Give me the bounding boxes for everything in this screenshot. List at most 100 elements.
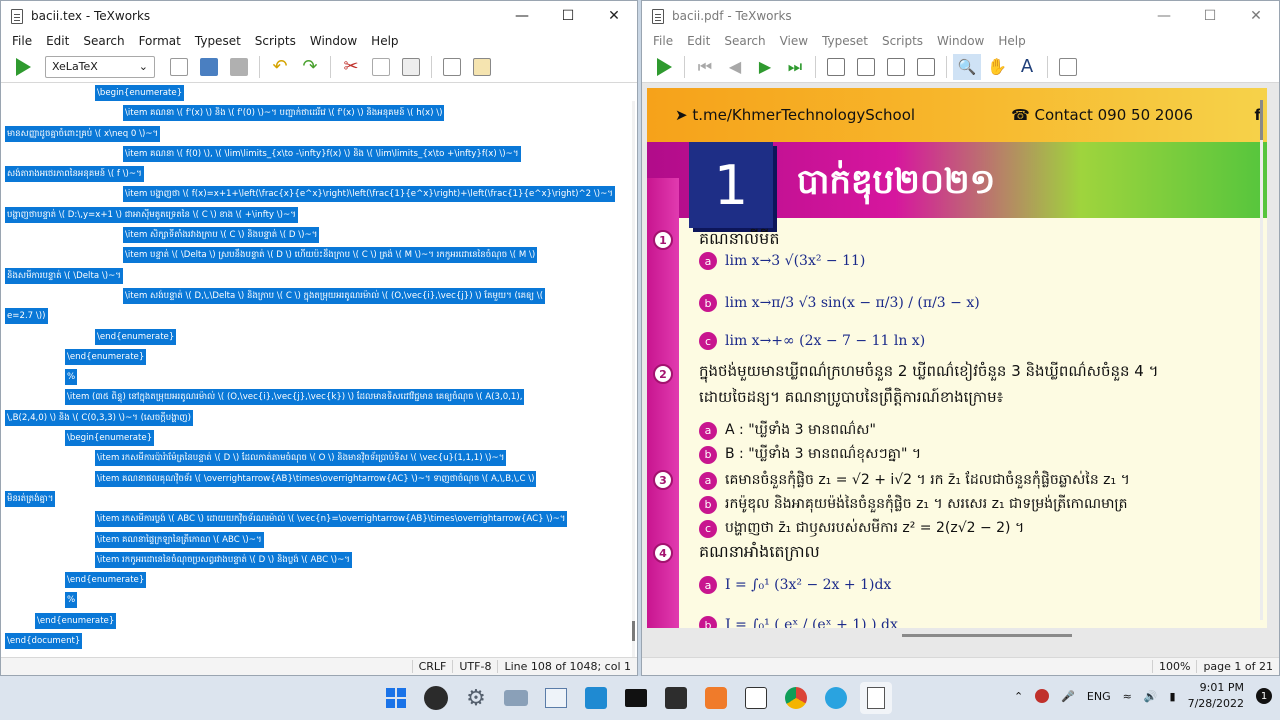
code-line[interactable]: \end{enumerate} (5, 347, 629, 367)
menu-edit[interactable]: Edit (39, 34, 76, 48)
select-text-button[interactable]: A (1013, 54, 1041, 80)
menu-window[interactable]: Window (930, 34, 991, 48)
code-line[interactable]: \item គណនាផ្ទៃក្រឡានៃត្រីកោណ \( ABC \)~។ (5, 530, 629, 550)
maximize-button[interactable]: ☐ (545, 1, 591, 31)
telegram-icon[interactable] (820, 682, 852, 714)
code-line[interactable]: % (5, 590, 629, 610)
copy-button[interactable] (367, 54, 395, 80)
editor-icon[interactable] (700, 682, 732, 714)
continuous-button[interactable] (912, 54, 940, 80)
wifi-icon[interactable]: ≈ (1123, 690, 1132, 703)
encoding-indicator[interactable]: UTF-8 (452, 660, 497, 673)
texworks-icon[interactable] (660, 682, 692, 714)
chrome-icon[interactable] (780, 682, 812, 714)
code-line[interactable]: មានសញ្ញាដូចគ្នាចំពោះគ្រប់ \( x\neq 0 \)~… (5, 124, 629, 144)
code-line[interactable]: \item រកកូអរដោនេនៃចំណុចប្រសព្វរវាងបន្ទាត… (5, 550, 629, 570)
battery-icon[interactable]: ▮ (1170, 690, 1176, 703)
line-ending-indicator[interactable]: CRLF (411, 660, 453, 673)
menu-scripts[interactable]: Scripts (875, 34, 930, 48)
pdf-vertical-scrollbar-thumb[interactable] (1260, 100, 1263, 140)
notification-badge[interactable]: 1 (1256, 688, 1272, 704)
menu-view[interactable]: View (773, 34, 815, 48)
replace-button[interactable] (468, 54, 496, 80)
code-line[interactable]: \end{enumerate} (5, 570, 629, 590)
typeset-play-button[interactable] (9, 54, 37, 80)
paste-button[interactable] (397, 54, 425, 80)
engine-select[interactable]: XeLaTeX ⌄ (45, 55, 155, 78)
menu-help[interactable]: Help (364, 34, 405, 48)
code-editor[interactable]: \begin{enumerate} \item គណនា \( f'(x) \) … (5, 83, 629, 657)
code-line[interactable]: \begin{enumerate} (5, 428, 629, 448)
close-button[interactable]: ✕ (1233, 1, 1279, 31)
cut-button[interactable]: ✂ (337, 54, 365, 80)
pdf-horizontal-scrollbar[interactable] (902, 634, 1072, 637)
save-button[interactable] (225, 54, 253, 80)
menu-file[interactable]: File (5, 34, 39, 48)
vscode-icon[interactable] (580, 682, 612, 714)
code-line[interactable]: \,B(2,4,0) \) និង \( C(0,3,3) \)~។ (សេចក… (5, 408, 629, 428)
menu-typeset[interactable]: Typeset (188, 34, 248, 48)
fit-width-button[interactable] (852, 54, 880, 80)
code-line[interactable]: \end{enumerate} (5, 611, 629, 631)
cloud-drive-icon[interactable] (500, 682, 532, 714)
terminal-icon[interactable] (620, 682, 652, 714)
editor-window[interactable]: bacii.tex - TeXworks — ☐ ✕ File Edit Sea… (0, 0, 638, 676)
menu-edit[interactable]: Edit (680, 34, 717, 48)
open-button[interactable] (195, 54, 223, 80)
maximize-button[interactable]: ☐ (1187, 1, 1233, 31)
actual-size-button[interactable] (882, 54, 910, 80)
first-page-button[interactable]: ⏮ (691, 54, 719, 80)
code-line[interactable]: e=2.7 \)) (5, 306, 629, 326)
windows-start-icon[interactable] (380, 682, 412, 714)
menu-help[interactable]: Help (991, 34, 1032, 48)
find-button[interactable] (1054, 54, 1082, 80)
minimize-button[interactable]: — (499, 1, 545, 31)
code-line[interactable]: \item បន្ទាត់ \( \Delta \) ស្របនឹងបន្ទាត… (5, 245, 629, 265)
zoom-level[interactable]: 100% (1151, 660, 1196, 673)
code-line[interactable]: \item រកសមីការប្លង់ \( ABC \) ដោយយកវ៉ិចទ… (5, 509, 629, 529)
find-button[interactable] (438, 54, 466, 80)
editor-titlebar[interactable]: bacii.tex - TeXworks — ☐ ✕ (1, 1, 637, 31)
menu-file[interactable]: File (646, 34, 680, 48)
pdf-titlebar[interactable]: bacii.pdf - TeXworks — ☐ ✕ (642, 1, 1279, 31)
code-line[interactable]: មិនរត់ត្រង់គ្នា។ (5, 489, 629, 509)
previous-page-button[interactable]: ◀ (721, 54, 749, 80)
editor-scrollbar-thumb[interactable] (632, 621, 635, 641)
microphone-icon[interactable]: 🎤 (1061, 690, 1075, 703)
code-line[interactable]: សង់តារាងអថេរភាពនៃអនុគមន៍ \( f \)~។ (5, 164, 629, 184)
code-line[interactable]: \begin{enumerate} (5, 83, 629, 103)
pan-button[interactable]: ✋ (983, 54, 1011, 80)
new-document-button[interactable] (165, 54, 193, 80)
menu-scripts[interactable]: Scripts (248, 34, 303, 48)
last-page-button[interactable]: ⏭ (781, 54, 809, 80)
fit-page-button[interactable] (822, 54, 850, 80)
pdf-viewer-icon[interactable] (860, 682, 892, 714)
menu-typeset[interactable]: Typeset (815, 34, 875, 48)
code-line[interactable]: និងសមីការបន្ទាត់ \( \Delta \)~។ (5, 266, 629, 286)
typeset-play-button[interactable] (650, 54, 678, 80)
pdf-vertical-scrollbar[interactable] (1260, 100, 1263, 620)
code-line[interactable]: បង្ហាញថាបន្ទាត់ \( D:\,y=x+1 \) ជាអាស៊ីម… (5, 205, 629, 225)
code-line[interactable]: % (5, 367, 629, 387)
pdf-viewport[interactable]: ➤ t.me/KhmerTechnologySchool ☎ Contact 0… (642, 83, 1279, 657)
code-line[interactable]: \item រកសមីការប៉ារ៉ាម៉ែត្រនៃបន្ទាត់ \( D… (5, 448, 629, 468)
code-line[interactable]: \item សិក្សាទីតាំងរវាងក្រាប \( C \) និងប… (5, 225, 629, 245)
menu-search[interactable]: Search (76, 34, 131, 48)
code-line[interactable]: \item សង់បន្ទាត់ \( D,\,\Delta \) និងក្រ… (5, 286, 629, 306)
code-line[interactable]: \item គណនាផលគុណវ៉ិចទ័រ \( \overrightarro… (5, 469, 629, 489)
menu-search[interactable]: Search (717, 34, 772, 48)
inkscape-icon[interactable] (740, 682, 772, 714)
chevron-up-icon[interactable]: ⌃ (1014, 690, 1023, 703)
obs-icon[interactable] (420, 682, 452, 714)
magnify-button[interactable]: 🔍 (953, 53, 981, 80)
code-line[interactable]: \item បង្ហាញថា \( f(x)=x+1+\left(\frac{x… (5, 184, 629, 204)
code-line[interactable]: \end{document} (5, 631, 629, 651)
undo-button[interactable]: ↶ (266, 54, 294, 80)
code-line[interactable]: \item (៣៥ ពិន្ទុ) នៅក្នុងតម្រុយអរតូណរម៉ា… (5, 387, 629, 407)
code-line[interactable]: \item គណនា \( f(0) \), \( \lim\limits_{x… (5, 144, 629, 164)
settings-icon[interactable]: ⚙ (460, 682, 492, 714)
menu-window[interactable]: Window (303, 34, 364, 48)
language-indicator[interactable]: ENG (1087, 690, 1111, 703)
obs-tray-icon[interactable] (1035, 689, 1050, 703)
close-button[interactable]: ✕ (591, 1, 637, 31)
